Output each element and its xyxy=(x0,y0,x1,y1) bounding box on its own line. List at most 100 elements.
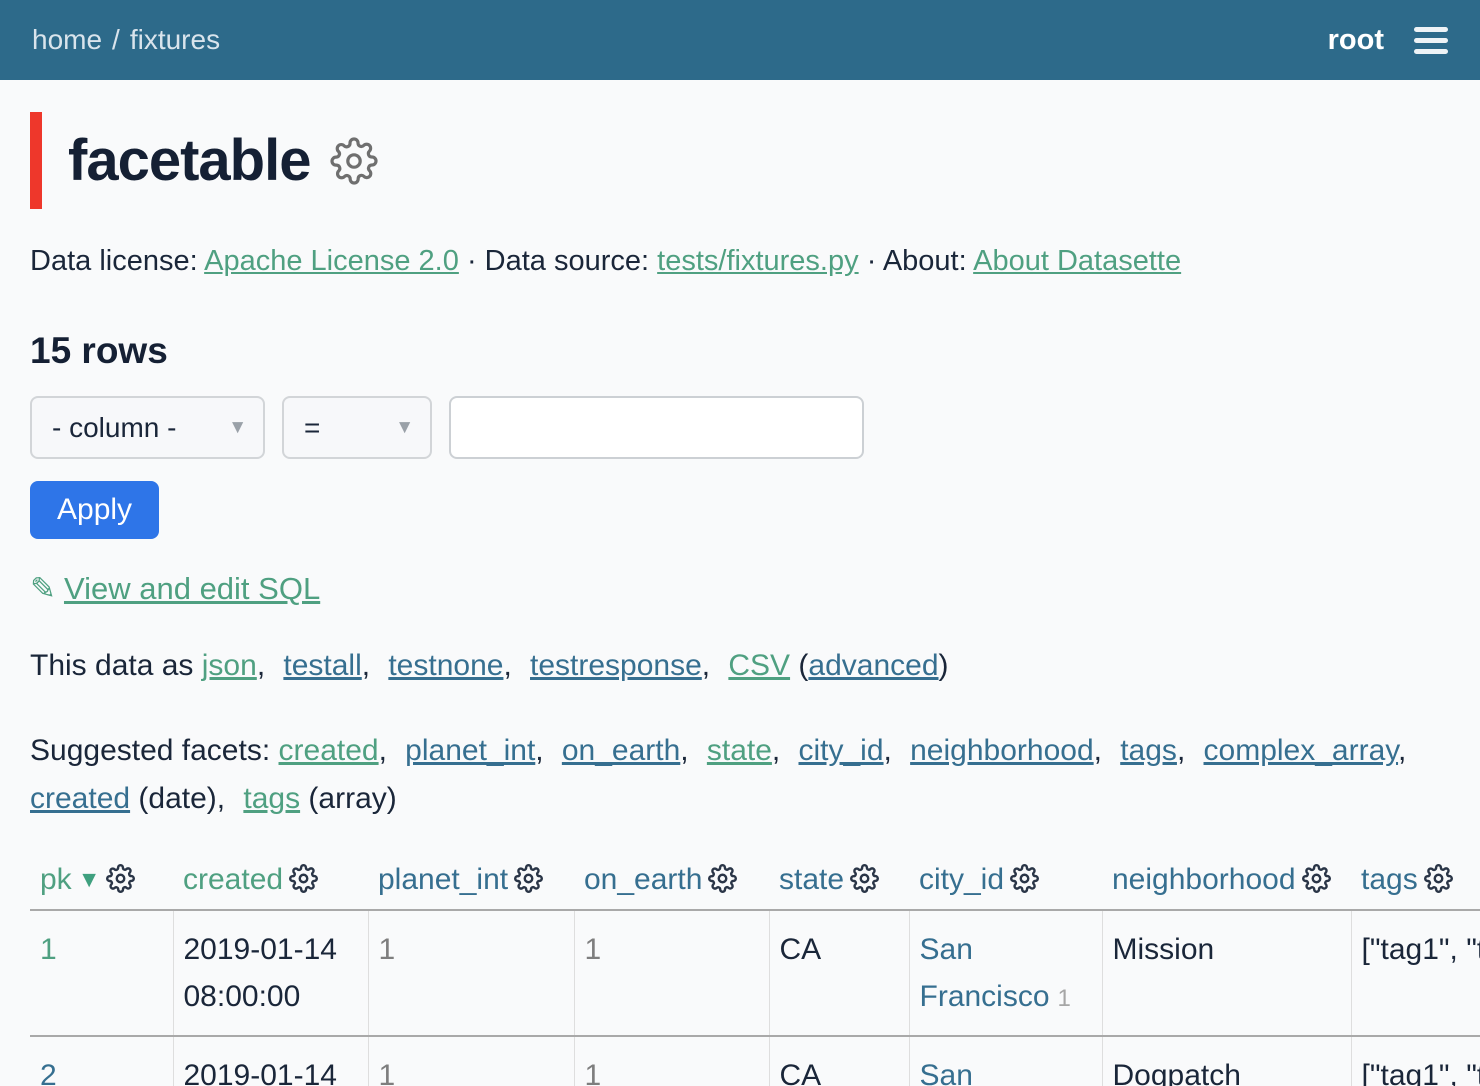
export-link-testall[interactable]: testall xyxy=(283,649,361,682)
dot-separator: · xyxy=(467,245,477,277)
page-title: facetable xyxy=(68,132,310,190)
export-prefix: This data as xyxy=(30,649,193,682)
column-header-planet-int: planet_int xyxy=(368,857,574,910)
cell-state: CA xyxy=(769,910,909,1036)
breadcrumb: home / fixtures xyxy=(32,24,220,56)
facet-link-created[interactable]: created xyxy=(279,734,379,767)
table-row: 2 2019-01-14 08:00:00 1 1 CA San Francis… xyxy=(30,1036,1480,1086)
pencil-icon: ✎ xyxy=(30,571,56,606)
source-label: Data source: xyxy=(485,245,649,277)
source-link[interactable]: tests/fixtures.py xyxy=(657,245,858,277)
column-gear-icon[interactable] xyxy=(514,864,543,893)
column-header-created: created xyxy=(173,857,368,910)
column-gear-icon[interactable] xyxy=(1424,864,1453,893)
cell-on-earth: 1 xyxy=(574,1036,769,1086)
page-header: facetable xyxy=(30,112,1450,209)
cell-created: 2019-01-14 08:00:00 xyxy=(173,1036,368,1086)
row-pk-link[interactable]: 2 xyxy=(40,1059,57,1086)
cell-on-earth: 1 xyxy=(574,910,769,1036)
export-link-csv[interactable]: CSV xyxy=(728,649,790,682)
breadcrumb-home-link[interactable]: home xyxy=(32,24,102,55)
cell-tags: ["tag1", "tag2"] xyxy=(1351,910,1480,1036)
column-header-on-earth: on_earth xyxy=(574,857,769,910)
filter-value-input[interactable] xyxy=(449,396,864,459)
about-link[interactable]: About Datasette xyxy=(973,245,1181,277)
apply-button[interactable]: Apply xyxy=(30,481,159,539)
export-links: This data as json, testall, testnone, te… xyxy=(30,649,1450,683)
facet-link-city-id[interactable]: city_id xyxy=(799,734,884,767)
top-nav: home / fixtures root xyxy=(0,0,1480,80)
logged-in-user-link[interactable]: root xyxy=(1328,24,1384,57)
column-gear-icon[interactable] xyxy=(850,864,879,893)
column-gear-icon[interactable] xyxy=(289,864,318,893)
column-header-city-id: city_id xyxy=(909,857,1102,910)
column-select-value: - column - xyxy=(52,412,176,444)
column-gear-icon[interactable] xyxy=(708,864,737,893)
row-pk-link[interactable]: 1 xyxy=(40,933,57,966)
accent-bar xyxy=(30,112,42,209)
facet-link-complex-array[interactable]: complex_array xyxy=(1204,734,1399,767)
metadata-line: Data license: Apache License 2.0 · Data … xyxy=(30,245,1450,278)
sort-desc-icon: ▼ xyxy=(78,866,101,892)
suggested-facets: Suggested facets: created, planet_int, o… xyxy=(30,727,1450,823)
sort-column-city-id-link[interactable]: city_id xyxy=(919,863,1004,896)
sort-column-state-link[interactable]: state xyxy=(779,863,844,896)
table-header-row: pk▼ created planet_int on_earth state ci… xyxy=(30,857,1480,910)
column-gear-icon[interactable] xyxy=(106,864,135,893)
export-link-testresponse[interactable]: testresponse xyxy=(530,649,702,682)
column-select[interactable]: - column - ▼ xyxy=(30,396,265,459)
breadcrumb-separator: / xyxy=(112,24,120,55)
facet-link-state[interactable]: state xyxy=(707,734,772,767)
facet-link-created-date[interactable]: created xyxy=(30,782,130,815)
table-settings-gear-icon[interactable] xyxy=(330,137,378,185)
column-header-state: state xyxy=(769,857,909,910)
row-count: 15 rows xyxy=(30,330,1450,372)
operator-select-value: = xyxy=(304,412,320,444)
hamburger-menu-icon[interactable] xyxy=(1414,21,1448,60)
column-gear-icon[interactable] xyxy=(1010,864,1039,893)
cell-created: 2019-01-14 08:00:00 xyxy=(173,910,368,1036)
breadcrumb-database-link[interactable]: fixtures xyxy=(130,24,220,55)
about-label: About: xyxy=(883,245,967,277)
city-link[interactable]: San Francisco xyxy=(920,933,1050,1013)
facet-link-tags[interactable]: tags xyxy=(1120,734,1177,767)
city-link[interactable]: San Francisco xyxy=(920,1059,1050,1086)
cell-pk: 2 xyxy=(30,1036,173,1086)
facet-link-neighborhood[interactable]: neighborhood xyxy=(910,734,1094,767)
facet-link-tags-array[interactable]: tags xyxy=(243,782,300,815)
sort-column-on-earth-link[interactable]: on_earth xyxy=(584,863,702,896)
filter-bar: - column - ▼ = ▼ xyxy=(30,396,1450,459)
column-header-tags: tags xyxy=(1351,857,1480,910)
column-header-neighborhood: neighborhood xyxy=(1102,857,1351,910)
cell-planet-int: 1 xyxy=(368,910,574,1036)
sort-column-planet-int-link[interactable]: planet_int xyxy=(378,863,508,896)
license-link[interactable]: Apache License 2.0 xyxy=(204,245,459,277)
main-content: facetable Data license: Apache License 2… xyxy=(0,112,1480,1086)
export-link-json[interactable]: json xyxy=(202,649,257,682)
cell-tags: ["tag1", "tag3"] xyxy=(1351,1036,1480,1086)
view-edit-sql-link[interactable]: View and edit SQL xyxy=(64,571,320,606)
facet-link-on-earth[interactable]: on_earth xyxy=(562,734,680,767)
column-gear-icon[interactable] xyxy=(1302,864,1331,893)
sort-column-neighborhood-link[interactable]: neighborhood xyxy=(1112,863,1296,896)
cell-city-id: San Francisco1 xyxy=(909,910,1102,1036)
facet-suffix: (date) xyxy=(130,782,217,815)
sort-column-tags-link[interactable]: tags xyxy=(1361,863,1418,896)
license-label: Data license: xyxy=(30,245,198,277)
export-link-advanced[interactable]: advanced xyxy=(808,649,938,682)
cell-state: CA xyxy=(769,1036,909,1086)
page: { "colors": { "nav_bg": "#2d6a8a", "acce… xyxy=(0,0,1480,1086)
operator-select[interactable]: = ▼ xyxy=(282,396,432,459)
nav-right: root xyxy=(1328,21,1448,60)
dot-separator: · xyxy=(867,245,877,277)
export-link-testnone[interactable]: testnone xyxy=(388,649,503,682)
facets-prefix: Suggested facets: xyxy=(30,734,270,767)
sort-column-created-link[interactable]: created xyxy=(183,863,283,896)
data-table: pk▼ created planet_int on_earth state ci… xyxy=(30,857,1480,1086)
facet-suffix: (array) xyxy=(300,782,397,815)
cell-neighborhood: Mission xyxy=(1102,910,1351,1036)
cell-pk: 1 xyxy=(30,910,173,1036)
facet-link-planet-int[interactable]: planet_int xyxy=(405,734,535,767)
table-row: 1 2019-01-14 08:00:00 1 1 CA San Francis… xyxy=(30,910,1480,1036)
sort-column-pk-link[interactable]: pk xyxy=(40,863,72,896)
